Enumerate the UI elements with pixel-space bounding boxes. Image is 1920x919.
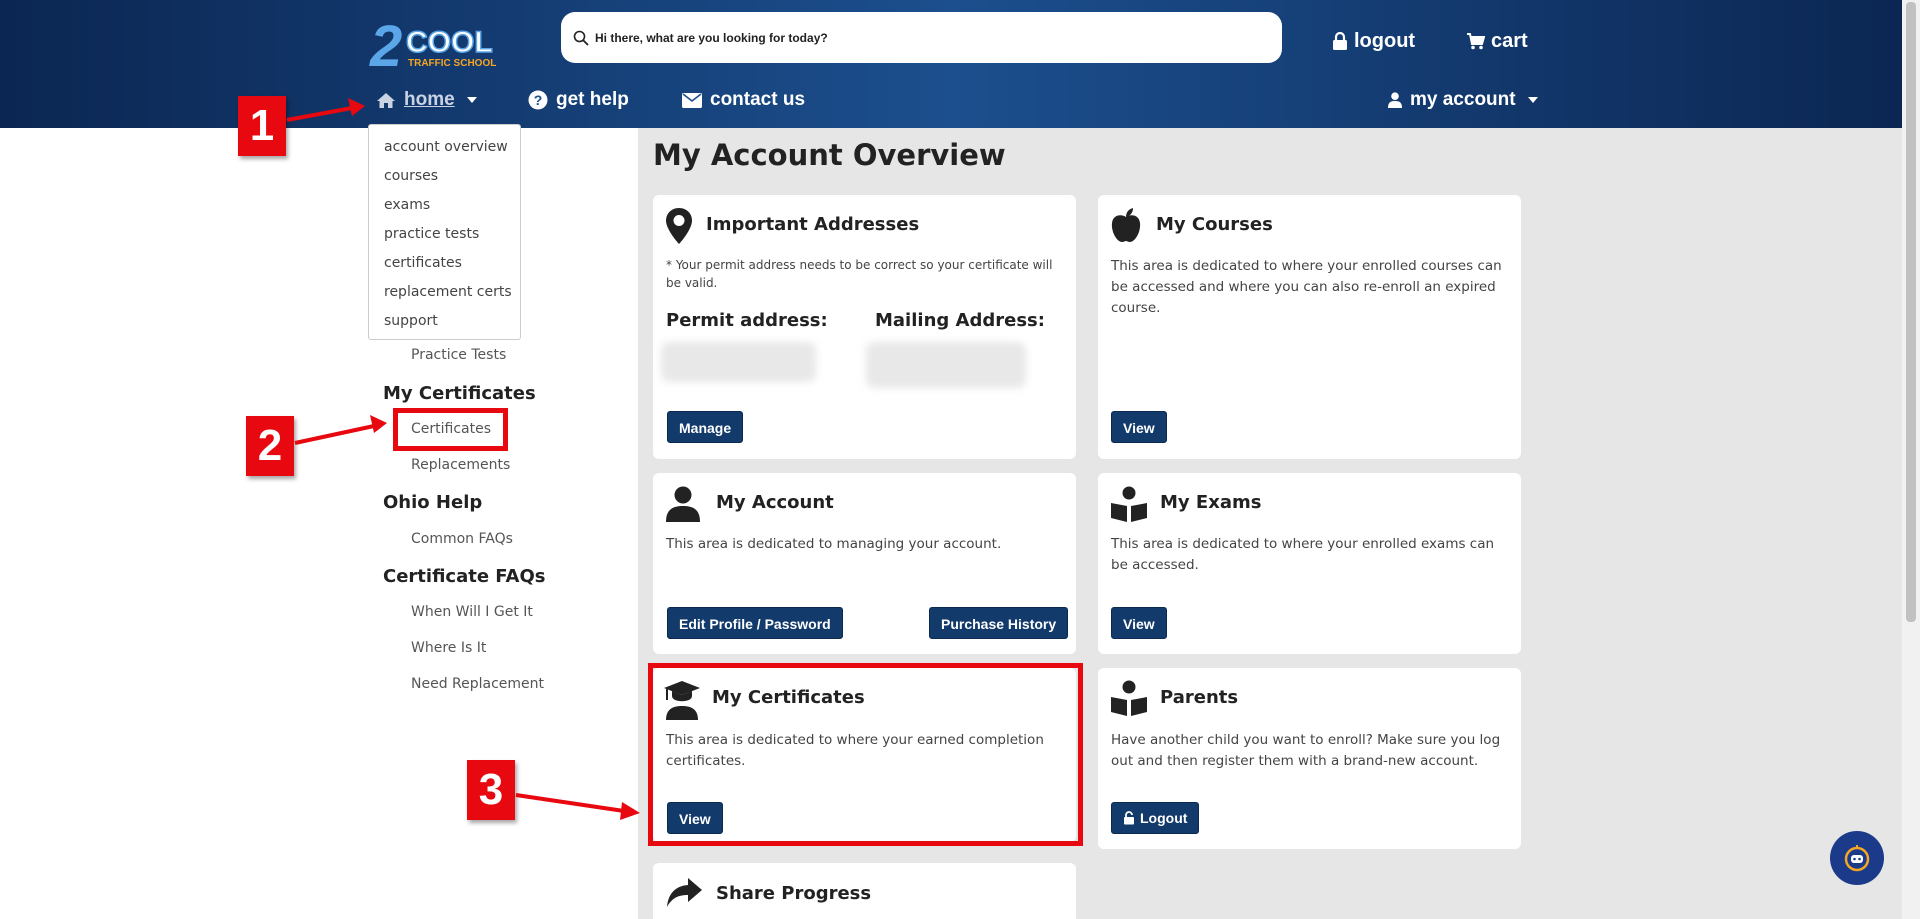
svg-text:TRAFFIC SCHOOL: TRAFFIC SCHOOL <box>408 58 496 69</box>
dropdown-item-replacement-certs[interactable]: replacement certs <box>369 278 520 307</box>
reader-icon <box>1111 486 1147 522</box>
site-logo[interactable]: 2 COOL TRAFFIC SCHOOL <box>368 18 502 72</box>
edit-profile-password-button[interactable]: Edit Profile / Password <box>667 607 843 639</box>
exams-view-button[interactable]: View <box>1111 607 1167 639</box>
highlight-box-my-certificates-card <box>648 663 1083 846</box>
cart-label: cart <box>1491 30 1528 52</box>
user-icon <box>1388 92 1402 108</box>
purchase-history-button[interactable]: Purchase History <box>929 607 1069 639</box>
nav-home-label: home <box>404 89 455 110</box>
step-badge-2: 2 <box>246 416 294 476</box>
home-icon <box>377 92 395 108</box>
logout-link[interactable]: logout <box>1332 30 1415 53</box>
arrow-3 <box>515 793 625 813</box>
dropdown-item-courses[interactable]: courses <box>369 162 520 191</box>
svg-text:COOL: COOL <box>406 26 493 59</box>
dropdown-item-account-overview[interactable]: account overview <box>369 133 520 162</box>
card-title: My Exams <box>1160 492 1262 513</box>
card-my-courses: My Courses This area is dedicated to whe… <box>1098 195 1521 459</box>
sidebar-heading-my-certificates: My Certificates <box>383 383 536 404</box>
sidebar-item-practice-tests[interactable]: Practice Tests <box>411 347 506 363</box>
card-description: This area is dedicated to where your enr… <box>1111 258 1502 316</box>
sidebar-heading-ohio-help: Ohio Help <box>383 492 483 513</box>
dropdown-item-certificates[interactable]: certificates <box>369 249 520 278</box>
arrow-2-head <box>370 415 387 433</box>
unlock-icon <box>1124 811 1134 825</box>
card-share-progress: Share Progress <box>653 863 1076 919</box>
nav-my-account[interactable]: my account <box>1388 89 1538 111</box>
search-icon <box>573 30 589 46</box>
nav-my-account-label: my account <box>1410 89 1516 110</box>
dropdown-item-practice-tests[interactable]: practice tests <box>369 220 520 249</box>
search-bar[interactable] <box>561 12 1282 63</box>
reader-icon <box>1111 680 1147 716</box>
card-parents: Parents Have another child you want to e… <box>1098 668 1521 849</box>
home-dropdown-menu: account overview courses exams practice … <box>368 124 521 340</box>
card-description: Have another child you want to enroll? M… <box>1111 732 1501 769</box>
chat-bot-icon <box>1844 845 1870 872</box>
arrow-2 <box>294 424 375 445</box>
cart-icon <box>1467 33 1485 50</box>
highlight-box-sidebar-certificates <box>393 408 508 451</box>
permit-address-value-redacted <box>661 342 816 382</box>
share-arrow-icon <box>667 878 702 907</box>
dropdown-item-exams[interactable]: exams <box>369 191 520 220</box>
sidebar-heading-certificate-faqs: Certificate FAQs <box>383 566 546 587</box>
step-badge-3: 3 <box>467 760 515 820</box>
search-input[interactable] <box>595 30 1245 45</box>
step-badge-1: 1 <box>238 96 286 156</box>
card-title: Parents <box>1160 687 1239 708</box>
sidebar-item-need-replacement[interactable]: Need Replacement <box>411 676 544 692</box>
card-description: This area is dedicated to managing your … <box>666 536 1002 552</box>
chevron-down-icon <box>1527 97 1538 103</box>
sidebar-item-when-will-i-get-it[interactable]: When Will I Get It <box>411 604 533 620</box>
courses-view-button[interactable]: View <box>1111 411 1167 443</box>
card-title: My Courses <box>1156 214 1273 235</box>
map-pin-icon <box>666 208 692 244</box>
user-icon <box>666 486 700 522</box>
svg-text:?: ? <box>534 92 543 108</box>
nav-get-help[interactable]: ? get help <box>528 89 629 111</box>
cart-link[interactable]: cart <box>1467 30 1528 53</box>
nav-contact-us[interactable]: contact us <box>682 89 805 111</box>
card-my-account: My Account This area is dedicated to man… <box>653 473 1076 654</box>
scrollbar-thumb[interactable] <box>1906 2 1916 622</box>
lock-icon <box>1333 32 1347 50</box>
card-important-addresses: Important Addresses * Your permit addres… <box>653 195 1076 459</box>
mailing-address-value-redacted <box>866 342 1026 388</box>
page-title: My Account Overview <box>653 138 1006 172</box>
svg-text:2: 2 <box>369 18 402 72</box>
envelope-icon <box>682 92 702 108</box>
sidebar-item-where-is-it[interactable]: Where Is It <box>411 640 486 656</box>
card-title: My Account <box>716 492 834 513</box>
help-icon: ? <box>528 90 548 110</box>
parents-logout-label: Logout <box>1140 810 1188 826</box>
sidebar-item-common-faqs[interactable]: Common FAQs <box>411 531 513 547</box>
dropdown-item-support[interactable]: support <box>369 307 520 336</box>
scrollbar[interactable] <box>1902 0 1920 919</box>
manage-button[interactable]: Manage <box>667 411 744 443</box>
card-description: This area is dedicated to where your enr… <box>1111 536 1495 573</box>
card-title: Important Addresses <box>706 214 920 235</box>
card-title: Share Progress <box>716 883 872 904</box>
sidebar-item-replacements[interactable]: Replacements <box>411 457 510 473</box>
chat-widget-button[interactable] <box>1830 831 1884 885</box>
nav-home[interactable]: home <box>376 89 477 111</box>
parents-logout-button[interactable]: Logout <box>1111 802 1200 834</box>
card-my-exams: My Exams This area is dedicated to where… <box>1098 473 1521 654</box>
logout-label: logout <box>1354 30 1416 52</box>
apple-icon <box>1111 208 1141 242</box>
permit-note: * Your permit address needs to be correc… <box>666 258 1053 290</box>
permit-address-label: Permit address: <box>666 310 828 331</box>
nav-get-help-label: get help <box>556 89 629 110</box>
nav-contact-us-label: contact us <box>710 89 806 110</box>
chevron-down-icon <box>466 97 477 103</box>
mailing-address-label: Mailing Address: <box>875 310 1045 331</box>
arrow-3-head <box>620 802 640 820</box>
